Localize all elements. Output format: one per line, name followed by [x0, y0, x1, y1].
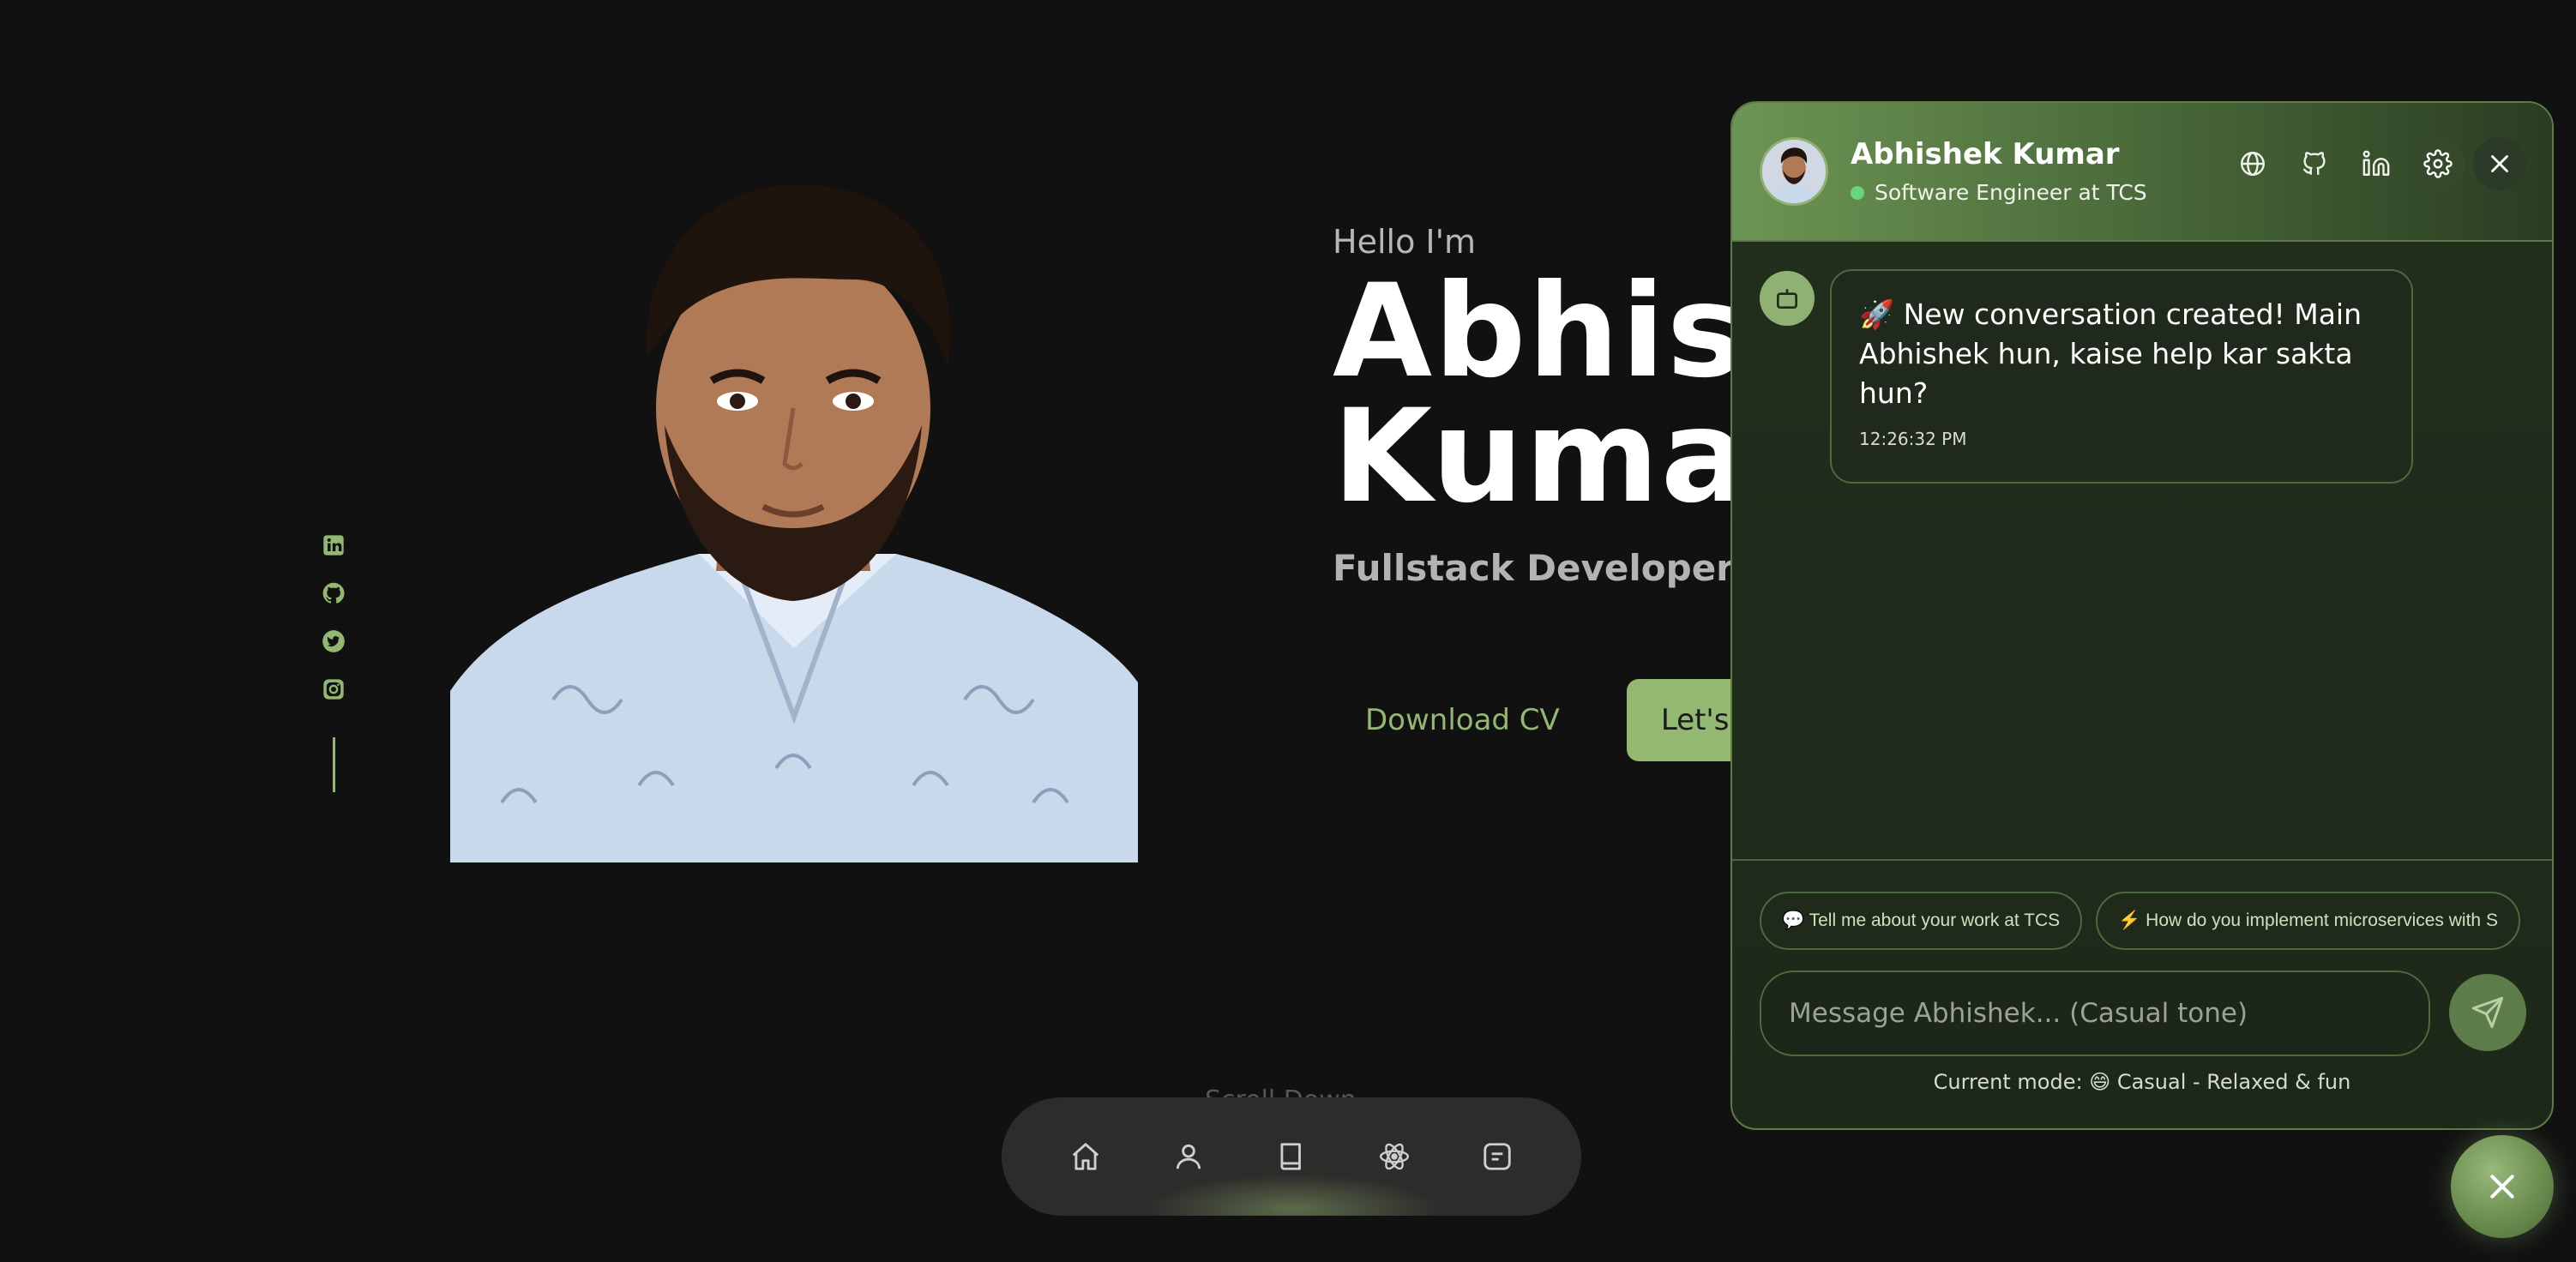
message-text: 🚀 New conversation created! Main Abhishe…	[1859, 297, 2362, 410]
social-links	[319, 533, 348, 792]
instagram-icon[interactable]	[322, 677, 346, 701]
github-icon[interactable]	[2288, 137, 2341, 190]
message-input[interactable]	[1760, 971, 2430, 1056]
bottom-nav	[1002, 1097, 1581, 1216]
social-divider-line	[332, 737, 335, 792]
current-mode-text: Current mode: 😄 Casual - Relaxed & fun	[1933, 1070, 2351, 1094]
suggestion-chip[interactable]: 💬 Tell me about your work at TCS	[1760, 892, 2083, 950]
nav-message-square-icon[interactable]	[1481, 1140, 1514, 1173]
chat-close-icon[interactable]	[2473, 137, 2526, 190]
chat-panel: Abhishek Kumar Software Engineer at TCS	[1730, 101, 2554, 1130]
online-status-dot	[1851, 185, 1864, 200]
message-timestamp: 12:26:32 PM	[1859, 429, 1967, 449]
nav-home-icon[interactable]	[1069, 1140, 1102, 1173]
send-icon[interactable]	[2449, 974, 2526, 1051]
nav-user-icon[interactable]	[1172, 1140, 1205, 1173]
download-cv-button[interactable]: Download CV	[1333, 682, 1592, 758]
chat-status-text: Software Engineer at TCS	[1875, 180, 2147, 205]
chat-header-actions	[2226, 137, 2526, 190]
chat-messages: 🚀 New conversation created! Main Abhishe…	[1732, 242, 2552, 861]
twitter-icon[interactable]	[322, 629, 346, 653]
suggested-prompts: 💬 Tell me about your work at TCS ⚡ How d…	[1760, 892, 2531, 952]
linkedin-icon[interactable]	[2350, 137, 2403, 190]
nav-glow	[1147, 1175, 1439, 1216]
profile-photo	[450, 168, 1138, 862]
linkedin-icon[interactable]	[322, 533, 346, 557]
chat-contact-name: Abhishek Kumar	[1851, 137, 2120, 171]
nav-book-icon[interactable]	[1275, 1140, 1308, 1173]
bot-icon	[1760, 271, 1815, 326]
github-icon[interactable]	[322, 581, 346, 605]
bot-message: 🚀 New conversation created! Main Abhishe…	[1830, 269, 2413, 484]
chat-header: Abhishek Kumar Software Engineer at TCS	[1732, 103, 2552, 242]
chat-toggle-close-icon[interactable]	[2451, 1135, 2554, 1238]
chat-avatar	[1760, 137, 1828, 206]
website-globe-icon[interactable]	[2226, 137, 2279, 190]
suggestion-chip[interactable]: ⚡ How do you implement microservices wit…	[2096, 892, 2520, 950]
settings-gear-icon[interactable]	[2411, 137, 2465, 190]
nav-react-atom-icon[interactable]	[1378, 1140, 1411, 1173]
chat-status: Software Engineer at TCS	[1851, 180, 2147, 205]
